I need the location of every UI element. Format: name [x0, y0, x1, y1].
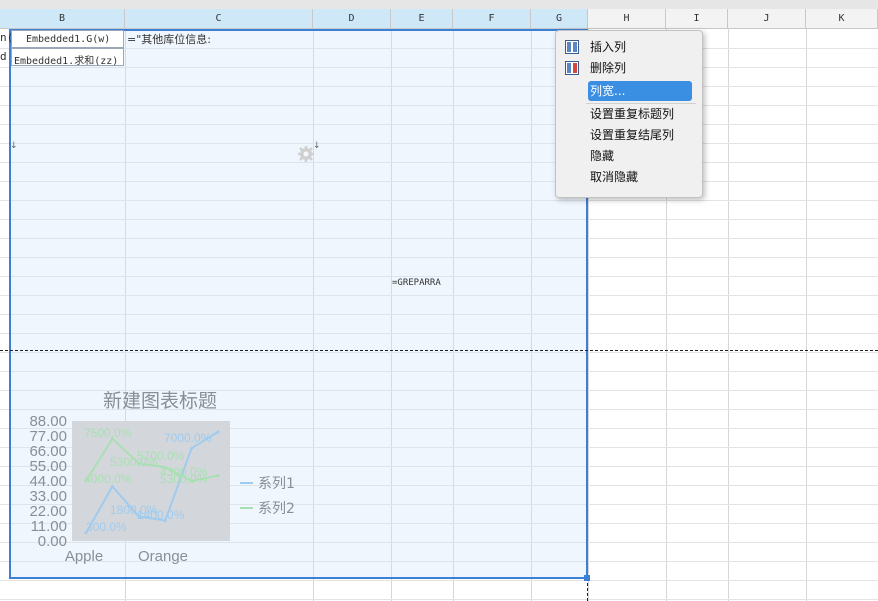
- menu-item-set-repeat-title-column[interactable]: 设置重复标题列: [556, 104, 702, 124]
- menu-item-insert-column[interactable]: 插入列: [556, 37, 702, 57]
- chart-x-tick-label: Orange: [138, 548, 188, 565]
- menu-item-label: 设置重复结尾列: [590, 128, 675, 142]
- chart-data-point: [190, 446, 194, 450]
- chart-data-label: 5700.0%: [137, 449, 185, 463]
- menu-item-label: 列宽...: [590, 84, 626, 98]
- chart[interactable]: 88.0077.0066.0055.0044.0033.0022.0011.00…: [0, 0, 878, 601]
- menu-item-label: 删除列: [590, 61, 627, 75]
- insert-column-icon: [565, 40, 579, 54]
- menu-item-label: 插入列: [590, 40, 627, 54]
- chart-data-label: 7000.0%: [164, 431, 212, 445]
- chart-data-label: 7500.0%: [84, 426, 132, 440]
- chart-y-tick-label: 0.00: [38, 533, 67, 550]
- chart-legend-label: 系列2: [258, 501, 295, 517]
- menu-item-label: 设置重复标题列: [590, 107, 675, 121]
- menu-item-label: 取消隐藏: [590, 170, 639, 184]
- chart-data-point: [216, 430, 220, 434]
- menu-item-set-repeat-footer-column[interactable]: 设置重复结尾列: [556, 125, 702, 145]
- chart-data-label: 1400.0%: [137, 508, 185, 522]
- menu-item-label: 隐藏: [590, 149, 615, 163]
- delete-column-icon: [565, 61, 579, 75]
- menu-item-delete-column[interactable]: 删除列: [556, 58, 702, 78]
- chart-legend-label: 系列1: [258, 476, 295, 492]
- chart-data-point: [216, 474, 220, 478]
- chart-x-tick-label: Apple: [65, 548, 103, 565]
- chart-data-label: 4000.0%: [84, 472, 132, 486]
- chart-data-label: 300.0%: [86, 520, 127, 534]
- menu-item-unhide[interactable]: 取消隐藏: [556, 167, 702, 187]
- menu-item-column-width[interactable]: 列宽...: [556, 81, 702, 101]
- chart-data-label: 5300.0%: [160, 472, 208, 486]
- menu-item-hide[interactable]: 隐藏: [556, 146, 702, 166]
- context-menu: 插入列 删除列 列宽... 设置重复标题列 设置重复结尾列 隐藏 取消隐藏: [555, 30, 703, 198]
